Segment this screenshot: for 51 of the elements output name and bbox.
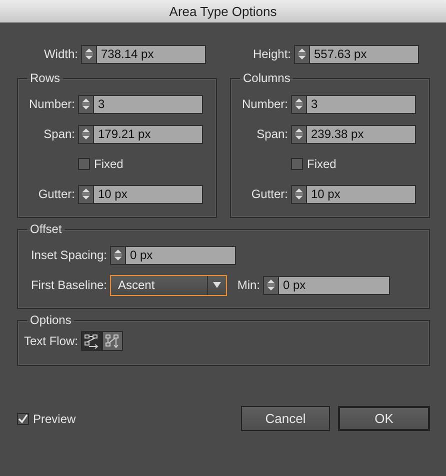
number-field[interactable]: 3	[78, 94, 203, 114]
field-label: Text Flow:	[24, 334, 78, 348]
field-label: First Baseline:	[30, 278, 107, 292]
dropdown[interactable]: Ascent	[110, 274, 227, 296]
field-label: Gutter:	[250, 187, 288, 201]
spinner-icon[interactable]	[295, 128, 303, 140]
window-title: Area Type Options	[169, 4, 277, 18]
spinner-icon[interactable]	[82, 128, 90, 140]
spinner-icon[interactable]	[82, 98, 90, 110]
field-label: Min:	[236, 278, 260, 292]
field-label: Number:	[28, 97, 75, 111]
spinner-icon[interactable]	[295, 98, 303, 110]
field-label: Gutter:	[37, 187, 75, 201]
spinner-icon[interactable]	[298, 48, 306, 60]
field-label: Inset Spacing:	[30, 248, 107, 262]
caret-icon	[213, 282, 221, 288]
text-flow-button[interactable]	[102, 331, 124, 351]
spinner-icon[interactable]	[82, 188, 90, 200]
number-field[interactable]: 239.38 px	[291, 124, 416, 144]
spinner-icon[interactable]	[267, 279, 275, 291]
spinner-icon[interactable]	[85, 48, 93, 60]
ok-button[interactable]: OK	[338, 406, 430, 431]
spinner-icon[interactable]	[295, 188, 303, 200]
field-label: Height:	[252, 47, 291, 61]
checkbox-label: Preview	[33, 412, 76, 426]
checkbox[interactable]	[78, 158, 90, 170]
number-field[interactable]: 738.14 px	[81, 44, 206, 64]
group-title: Columns	[242, 71, 292, 85]
field-label: Span:	[42, 127, 75, 141]
field-label: Width:	[42, 47, 78, 61]
group-title: Options	[29, 313, 72, 327]
number-field[interactable]: 10 px	[291, 184, 416, 204]
number-field[interactable]: 179.21 px	[78, 124, 203, 144]
checkbox[interactable]	[291, 158, 303, 170]
text-flow-button[interactable]	[81, 331, 102, 351]
text-flow-columns-icon	[105, 334, 120, 348]
field-label: Span:	[256, 127, 288, 141]
checkbox-label: Fixed	[94, 157, 124, 171]
number-field[interactable]: 10 px	[78, 184, 203, 204]
checkbox[interactable]	[17, 412, 29, 424]
checkbox-label: Fixed	[307, 157, 336, 171]
number-field[interactable]: 0 px	[263, 276, 390, 294]
number-field[interactable]: 3	[291, 94, 416, 114]
field-label: Number:	[240, 97, 288, 111]
number-field[interactable]: 0 px	[110, 246, 236, 264]
text-flow-rows-icon	[84, 334, 100, 348]
group-title: Rows	[29, 71, 62, 85]
number-field[interactable]: 557.63 px	[294, 44, 419, 64]
cancel-button[interactable]: Cancel	[241, 406, 330, 431]
spinner-icon[interactable]	[114, 249, 122, 261]
group-title: Offset	[29, 222, 63, 236]
